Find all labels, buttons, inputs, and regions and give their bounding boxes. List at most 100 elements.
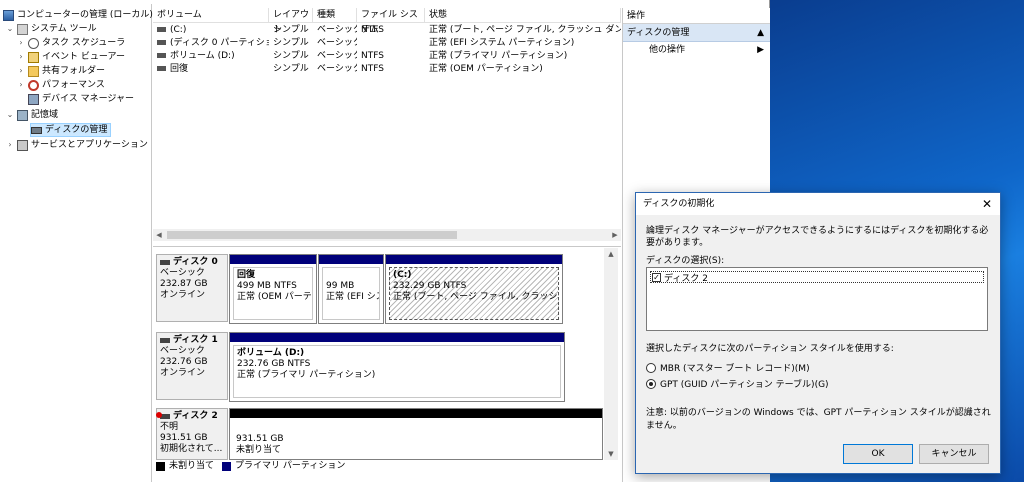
scrollbar-thumb[interactable] <box>167 231 457 239</box>
partition-status: 未割り当て <box>236 445 282 455</box>
partition-style-label: 選択したディスクに次のパーティション スタイルを使用する: <box>646 344 894 354</box>
tree-label: タスク スケジューラ <box>42 38 126 48</box>
column-header-type[interactable]: 種類 <box>313 8 357 23</box>
tree-item-disk-management[interactable]: ディスクの管理 <box>30 123 112 137</box>
cell-status: 正常 (EFI システム パーティション) <box>429 38 575 48</box>
partition-details: 回復 499 MB NTFS 正常 (OEM パーティシ <box>233 267 313 320</box>
disk-list-item[interactable]: ✓ ディスク 2 <box>650 271 984 284</box>
tree-item-root[interactable]: コンピューターの管理 (ローカル) <box>3 8 153 22</box>
chevron-down-icon[interactable]: ⌄ <box>6 22 14 36</box>
cancel-button[interactable]: キャンセル <box>919 444 989 464</box>
tree-item-task-scheduler[interactable]: › タスク スケジューラ <box>17 36 125 50</box>
table-row[interactable]: (C:) シンプル ベーシック NTFS 正常 (ブート, ページ ファイル, … <box>153 24 621 37</box>
dialog-title-bar: ディスクの初期化 ✕ <box>636 193 1000 215</box>
cell-filesystem <box>357 37 425 50</box>
chevron-right-icon[interactable]: › <box>17 36 25 50</box>
disk-0-label[interactable]: ディスク 0 ベーシック 232.87 GB オンライン <box>156 254 228 322</box>
chevron-right-icon[interactable]: › <box>17 64 25 78</box>
scroll-down-icon[interactable]: ▼ <box>604 448 618 460</box>
gpt-option[interactable]: GPT (GUID パーティション テーブル)(G) <box>646 377 829 390</box>
disk-select-list[interactable]: ✓ ディスク 2 <box>646 267 988 331</box>
tree-item-performance[interactable]: › パフォーマンス <box>17 78 105 92</box>
mbr-option[interactable]: MBR (マスター ブート レコード)(M) <box>646 361 810 374</box>
volume-list: ボリューム レイアウト 種類 ファイル システム 状態 (C:) シンプル ベー… <box>153 8 621 244</box>
cell-type: ベーシック <box>317 25 357 35</box>
disk-icon <box>31 126 42 134</box>
scroll-left-icon[interactable]: ◀ <box>153 229 165 241</box>
partition-size: 499 MB NTFS <box>237 281 297 291</box>
tree-label: 記憶域 <box>31 110 59 120</box>
cell-filesystem: NTFS <box>361 64 384 74</box>
checkbox-checked-icon[interactable]: ✓ <box>652 272 661 282</box>
cell-filesystem: NTFS <box>361 51 384 61</box>
chevron-right-icon[interactable]: › <box>17 78 25 92</box>
disk-name: ディスク 0 <box>173 257 218 267</box>
partition-details-selected: (C:) 232.29 GB NTFS 正常 (ブート, ページ ファイル, ク… <box>389 267 559 320</box>
table-row[interactable]: ボリューム (D:) シンプル ベーシック NTFS 正常 (プライマリ パーテ… <box>153 50 621 63</box>
partition-status: 正常 (EFI シス <box>326 292 380 302</box>
tools-icon <box>17 23 28 35</box>
disk-select-label: ディスクの選択(S): <box>646 256 725 266</box>
cell-layout: シンプル <box>273 64 309 74</box>
cell-layout: シンプル <box>273 25 309 35</box>
partition-details: 99 MB 正常 (EFI シス <box>322 267 380 320</box>
partition-color-bar <box>386 255 562 264</box>
chevron-right-icon[interactable]: › <box>17 50 25 64</box>
chevron-down-icon[interactable]: ⌄ <box>6 108 14 122</box>
column-header-volume[interactable]: ボリューム <box>153 8 269 23</box>
partition-color-bar <box>319 255 383 264</box>
tree-label: サービスとアプリケーション <box>31 140 148 150</box>
disk-1-label[interactable]: ディスク 1 ベーシック 232.76 GB オンライン <box>156 332 228 400</box>
cell-volume: 回復 <box>170 64 189 74</box>
submenu-arrow-icon: ▶ <box>757 45 764 55</box>
partition-size: 931.51 GB <box>236 434 284 444</box>
scroll-right-icon[interactable]: ▶ <box>609 229 621 241</box>
tree-item-services[interactable]: › サービスとアプリケーション <box>6 138 148 152</box>
partition-d[interactable]: ボリューム (D:) 232.76 GB NTFS 正常 (プライマリ パーティ… <box>229 332 565 402</box>
action-other-operations[interactable]: 他の操作 ▶ <box>623 42 770 58</box>
partition-unallocated[interactable]: 931.51 GB 未割り当て <box>229 408 603 460</box>
scroll-up-icon[interactable]: ▲ <box>604 248 618 260</box>
partition-status: 正常 (OEM パーティシ <box>237 292 312 302</box>
column-header-status[interactable]: 状態 <box>425 8 621 23</box>
disk-size: 931.51 GB <box>160 433 208 443</box>
close-icon[interactable]: ✕ <box>974 193 1000 215</box>
volume-list-header: ボリューム レイアウト 種類 ファイル システム 状態 <box>153 8 621 35</box>
partition-color-bar <box>230 409 602 418</box>
actions-section-label: ディスクの管理 <box>627 28 690 38</box>
tree-item-event-viewer[interactable]: › イベント ビューアー <box>17 50 125 64</box>
mbr-label: MBR (マスター ブート レコード)(M) <box>660 364 810 374</box>
chevron-right-icon[interactable]: › <box>6 138 14 152</box>
tree-label: イベント ビューアー <box>42 52 125 62</box>
partition-name: 回復 <box>237 270 256 280</box>
partition-size: 232.76 GB NTFS <box>237 359 311 369</box>
shared-folder-icon <box>28 65 39 77</box>
cell-volume: (C:) <box>170 25 187 35</box>
legend-swatch-unallocated <box>156 461 165 471</box>
ok-button[interactable]: OK <box>843 444 913 464</box>
column-header-filesystem[interactable]: ファイル システム <box>357 8 425 35</box>
partition-color-bar <box>230 255 316 264</box>
partition-name: (C:) <box>393 270 412 280</box>
disk-view-vertical-scrollbar[interactable]: ▲ ▼ <box>604 248 618 460</box>
cell-volume: (ディスク 0 パーティション 2) <box>170 38 269 48</box>
table-row[interactable]: 回復 シンプル ベーシック NTFS 正常 (OEM パーティション) <box>153 63 621 76</box>
tree-item-shared-folders[interactable]: › 共有フォルダー <box>17 64 105 78</box>
actions-section-disk-management[interactable]: ディスクの管理 ▲ <box>623 24 770 42</box>
volume-list-horizontal-scrollbar[interactable]: ◀ ▶ <box>153 229 621 241</box>
computer-icon <box>3 9 14 21</box>
column-header-layout[interactable]: レイアウト <box>269 8 313 35</box>
partition-recovery[interactable]: 回復 499 MB NTFS 正常 (OEM パーティシ <box>229 254 317 324</box>
partition-c[interactable]: (C:) 232.29 GB NTFS 正常 (ブート, ページ ファイル, ク… <box>385 254 563 324</box>
radio-selected-icon[interactable] <box>646 378 656 389</box>
tree-item-system-tools[interactable]: ⌄ システム ツール <box>6 22 97 36</box>
table-row[interactable]: (ディスク 0 パーティション 2) シンプル ベーシック 正常 (EFI シス… <box>153 37 621 50</box>
tree-item-storage[interactable]: ⌄ 記憶域 <box>6 108 58 122</box>
partition-status: 正常 (ブート, ページ ファイル, クラッシュ ダンプ, プ <box>393 292 558 302</box>
collapse-up-icon[interactable]: ▲ <box>757 24 764 41</box>
partition-efi[interactable]: 99 MB 正常 (EFI シス <box>318 254 384 324</box>
disk-2-label[interactable]: ディスク 2 不明 931.51 GB 初期化されて... <box>156 408 228 460</box>
navigation-tree: コンピューターの管理 (ローカル) ⌄ システム ツール › タスク スケジュー… <box>0 4 153 482</box>
tree-item-device-manager[interactable]: デバイス マネージャー <box>28 92 134 106</box>
radio-unselected-icon[interactable] <box>646 362 656 373</box>
